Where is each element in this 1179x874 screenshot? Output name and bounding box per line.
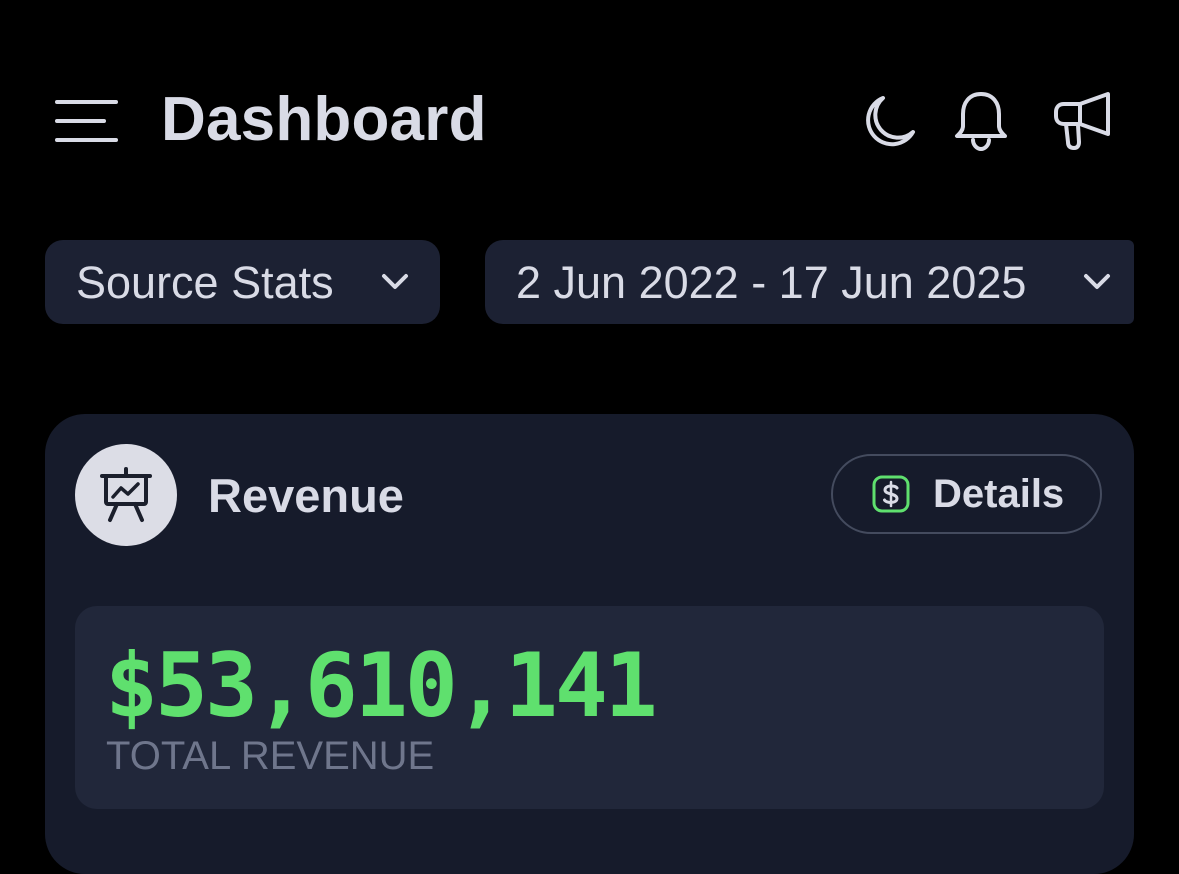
- revenue-card: Revenue Details $53,610,141 TOTAL REVENU…: [45, 414, 1134, 874]
- theme-toggle-button[interactable]: [855, 86, 921, 156]
- hamburger-menu-icon: [55, 100, 118, 142]
- announcements-button[interactable]: [1050, 86, 1116, 156]
- presentation-chart-icon: [100, 467, 152, 522]
- bell-icon: [955, 92, 1007, 152]
- details-button-label: Details: [933, 472, 1065, 516]
- date-range-dropdown[interactable]: 2 Jun 2022 - 17 Jun 2025: [485, 240, 1134, 324]
- date-range-label: 2 Jun 2022 - 17 Jun 2025: [516, 256, 1027, 308]
- source-stats-dropdown[interactable]: Source Stats: [45, 240, 440, 324]
- total-revenue-label: TOTAL REVENUE: [106, 734, 435, 778]
- app-header: Dashboard: [0, 0, 1179, 240]
- card-icon-badge: [75, 444, 177, 546]
- total-revenue-value: $53,610,141: [105, 634, 658, 737]
- source-stats-label: Source Stats: [76, 256, 334, 308]
- card-title: Revenue: [208, 469, 404, 522]
- total-revenue-stat: $53,610,141 TOTAL REVENUE: [75, 606, 1104, 809]
- menu-button[interactable]: [52, 92, 124, 150]
- megaphone-icon: [1054, 92, 1110, 150]
- notifications-button[interactable]: [948, 86, 1014, 156]
- page-title: Dashboard: [161, 85, 487, 154]
- dollar-square-icon: [872, 475, 910, 513]
- moon-icon: [866, 96, 915, 147]
- chevron-down-icon: [1084, 274, 1110, 289]
- details-button[interactable]: Details: [831, 454, 1102, 534]
- chevron-down-icon: [382, 274, 408, 289]
